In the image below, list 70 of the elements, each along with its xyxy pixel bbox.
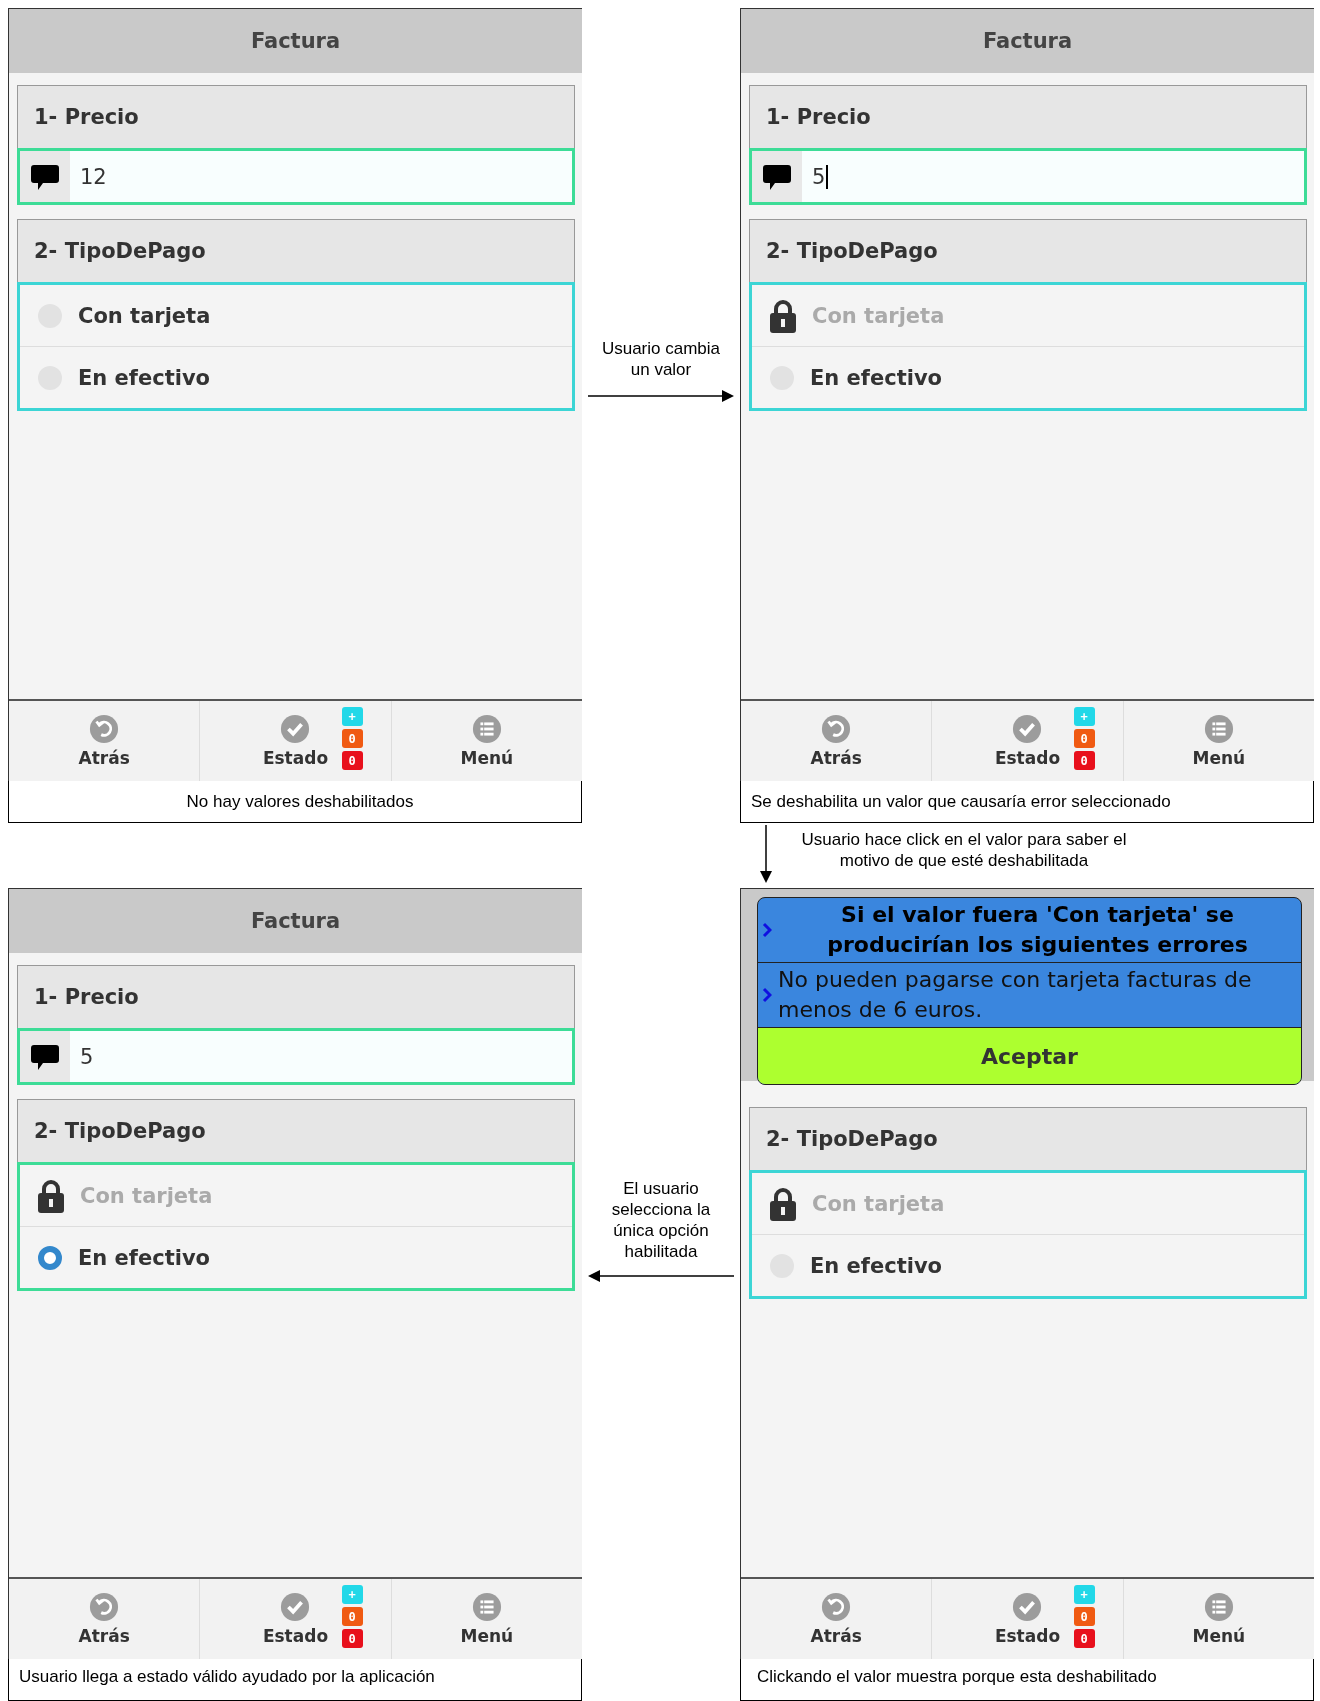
- screen-title: Factura: [9, 9, 582, 73]
- radio-option[interactable]: En efectivo: [20, 346, 572, 408]
- screen-title: Factura: [9, 889, 582, 953]
- count-badge: +: [1073, 1585, 1095, 1605]
- radio-option[interactable]: En efectivo: [20, 1226, 572, 1288]
- count-badge: +: [1073, 707, 1095, 726]
- count-badge: 0: [341, 1629, 363, 1649]
- accept-button[interactable]: Aceptar: [758, 1028, 1301, 1084]
- lock-icon: [768, 298, 798, 333]
- dialog-heading: Si el valor fuera 'Con tarjeta' se producirían los siguientes errores: [826, 901, 1249, 959]
- footer-button[interactable]: Estado + 0 0: [199, 701, 391, 781]
- section-header: 1- Precio: [17, 85, 575, 148]
- lock-icon: [768, 1186, 798, 1221]
- footer-button[interactable]: Atrás: [9, 701, 200, 781]
- count-badge: +: [341, 707, 363, 726]
- footer-button[interactable]: Menú: [390, 701, 582, 781]
- flow-label: El usuario selecciona la única opción habilitada: [610, 1178, 712, 1262]
- list-icon: [1203, 1592, 1234, 1623]
- section-header: 1- Precio: [17, 965, 575, 1028]
- check-icon: [280, 714, 311, 744]
- footer-button[interactable]: Atrás: [741, 1579, 932, 1660]
- count-badge: 0: [1073, 1607, 1095, 1627]
- flow-label: Usuario hace click en el valor para saber el motivo de que esté deshabilitada: [800, 829, 1128, 871]
- footer-button[interactable]: Atrás: [741, 701, 932, 781]
- count-badge: +: [341, 1585, 363, 1605]
- screen-title: Factura: [741, 9, 1314, 73]
- caption: Se deshabilita un valor que causaría error seleccionado: [740, 781, 1314, 823]
- footer-button[interactable]: Menú: [1122, 701, 1314, 781]
- radio-option[interactable]: En efectivo: [752, 346, 1304, 408]
- count-badge: 0: [1073, 729, 1095, 748]
- check-icon: [1012, 1592, 1043, 1623]
- count-badge: 0: [1073, 751, 1095, 770]
- footer-button[interactable]: Menú: [390, 1579, 582, 1660]
- section-header: 2- TipoDePago: [17, 219, 575, 282]
- price-input-field[interactable]: 12: [17, 148, 575, 205]
- footer-button[interactable]: Menú: [1122, 1579, 1314, 1660]
- undo-icon: [821, 714, 852, 744]
- caption: Usuario llega a estado válido ayudado por la aplicación: [8, 1659, 582, 1701]
- chevron-icon: [762, 987, 772, 1003]
- count-badge: 0: [341, 1607, 363, 1627]
- footer-button[interactable]: Estado + 0 0: [199, 1579, 391, 1660]
- undo-icon: [89, 1592, 120, 1623]
- radio-option[interactable]: En efectivo: [752, 1234, 1304, 1296]
- count-badge: 0: [1073, 1629, 1095, 1649]
- dialog-message: No pueden pagarse con tarjeta facturas de menos de 6 euros.: [778, 966, 1253, 1024]
- section-header: 2- TipoDePago: [749, 1107, 1307, 1170]
- price-input-field[interactable]: 5: [17, 1028, 575, 1085]
- count-badge: 0: [341, 729, 363, 748]
- lock-icon: [36, 1178, 66, 1213]
- undo-icon: [89, 714, 120, 744]
- radio-option[interactable]: Con tarjeta: [20, 285, 572, 346]
- list-icon: [1203, 714, 1234, 744]
- check-icon: [280, 1592, 311, 1623]
- section-header: 2- TipoDePago: [749, 219, 1307, 282]
- chevron-icon: [762, 922, 772, 938]
- section-header: 1- Precio: [749, 85, 1307, 148]
- caption: No hay valores deshabilitados: [8, 781, 582, 823]
- flow-label: Usuario cambia un valor: [600, 338, 722, 380]
- caption: Clickando el valor muestra porque esta deshabilitado: [740, 1659, 1314, 1701]
- list-icon: [471, 714, 502, 744]
- list-icon: [471, 1592, 502, 1623]
- undo-icon: [821, 1592, 852, 1623]
- section-header: 2- TipoDePago: [17, 1099, 575, 1162]
- price-input-field[interactable]: 5: [749, 148, 1307, 205]
- radio-button[interactable]: [38, 1245, 62, 1270]
- count-badge: 0: [341, 751, 363, 770]
- footer-button[interactable]: Estado + 0 0: [931, 701, 1123, 781]
- footer-button[interactable]: Atrás: [9, 1579, 200, 1660]
- footer-button[interactable]: Estado + 0 0: [931, 1579, 1123, 1660]
- check-icon: [1012, 714, 1043, 744]
